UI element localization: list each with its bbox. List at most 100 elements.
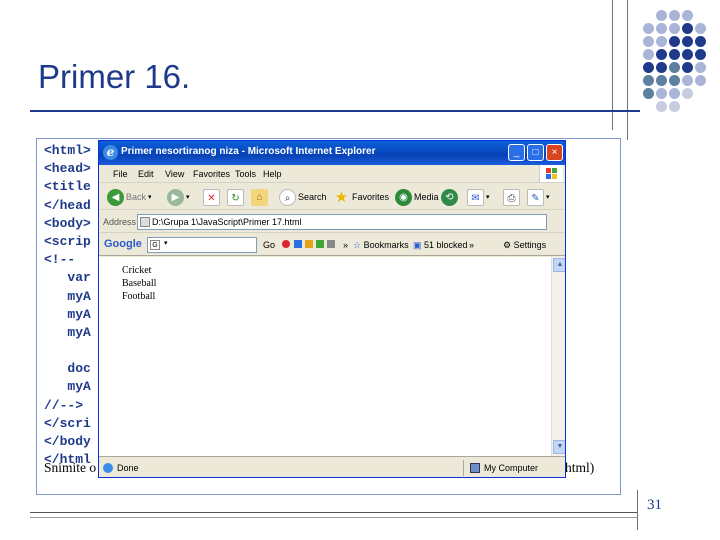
code-line: doc: [44, 361, 91, 377]
decor-dot: [643, 88, 654, 99]
address-value: D:\Grupa 1\JavaScript\Primer 17.html: [152, 217, 302, 227]
decor-dot: [643, 36, 654, 47]
back-button[interactable]: ◀ Back ▾: [107, 187, 152, 207]
decor-dot: [695, 36, 706, 47]
google-logo: Google: [104, 238, 142, 250]
decor-dot: [656, 62, 667, 73]
code-line: <head>: [44, 161, 91, 177]
code-line: myA: [44, 306, 91, 322]
maximize-button[interactable]: □: [527, 144, 544, 161]
code-line: myA: [44, 288, 91, 304]
code-line: </scri: [44, 415, 91, 431]
address-bar: Address D:\Grupa 1\JavaScript\Primer 17.…: [99, 211, 565, 233]
decor-dot: [682, 23, 693, 34]
search-icon: ⌕: [279, 188, 296, 206]
code-line: var: [44, 270, 91, 286]
media-icon: ◉: [395, 188, 412, 206]
back-dropdown-icon: ▾: [148, 194, 152, 201]
google-tools-icon[interactable]: [280, 238, 342, 252]
refresh-button[interactable]: ↻: [227, 187, 244, 207]
standard-toolbar: ◀ Back ▾ ▶ ▾ ✕ ↻ ⌂ ⌕ Search ★ Favorites …: [99, 184, 565, 210]
zone-text: My Computer: [484, 463, 539, 473]
footer-text: Snimite o: [44, 460, 97, 475]
print-button[interactable]: ⎙: [503, 187, 520, 207]
footer-text-tail: html): [565, 460, 595, 475]
google-more-button[interactable]: »: [343, 240, 348, 250]
google-more-button-2[interactable]: »: [469, 240, 474, 250]
computer-icon: [470, 463, 480, 473]
decor-dot: [682, 10, 693, 21]
mail-button[interactable]: ✉ ▾: [467, 187, 490, 207]
google-go-button[interactable]: Go: [263, 240, 275, 250]
edit-page-button[interactable]: ✎ ▾: [527, 187, 550, 207]
settings-gear-icon: ⚙: [503, 240, 512, 250]
bookmarks-button[interactable]: ☆ Bookmarks: [353, 240, 409, 251]
decor-dot: [656, 36, 667, 47]
menu-view[interactable]: View: [165, 169, 184, 179]
page-content: Cricket Baseball Football: [99, 257, 551, 456]
status-text: Done: [117, 463, 139, 473]
menu-help[interactable]: Help: [263, 169, 282, 179]
menu-tools[interactable]: Tools: [235, 169, 256, 179]
history-button[interactable]: ⟲: [441, 187, 458, 207]
home-button[interactable]: ⌂: [251, 187, 268, 207]
scroll-down-arrow-icon[interactable]: ▼: [553, 440, 565, 454]
decor-dot: [682, 36, 693, 47]
search-label: Search: [298, 192, 327, 202]
list-item: Cricket: [122, 265, 152, 276]
decor-dot: [643, 49, 654, 60]
page-number: 31: [647, 497, 662, 513]
stop-button[interactable]: ✕: [203, 187, 220, 207]
print-icon: ⎙: [503, 188, 520, 206]
scroll-up-arrow-icon[interactable]: ▲: [553, 258, 565, 272]
forward-button[interactable]: ▶ ▾: [167, 187, 190, 207]
code-line: <body>: [44, 215, 91, 231]
code-line: </head: [44, 197, 91, 213]
forward-dropdown-icon: ▾: [186, 194, 190, 201]
google-g-icon: G: [150, 240, 160, 250]
decor-dot: [682, 75, 693, 86]
code-line: </body: [44, 434, 91, 449]
ie-status-icon: [103, 463, 113, 473]
code-line: <!--: [44, 252, 76, 268]
star-icon: ★: [334, 188, 349, 206]
decor-dot: [656, 10, 667, 21]
google-search-input[interactable]: G ▾: [147, 237, 257, 253]
minimize-button[interactable]: _: [508, 144, 525, 161]
decor-dot: [682, 62, 693, 73]
bookmarks-label: Bookmarks: [363, 240, 409, 250]
decor-dot: [669, 75, 680, 86]
browser-window: e Primer nesortiranog niza - Microsoft I…: [98, 140, 566, 478]
menu-file[interactable]: File: [113, 169, 128, 179]
popup-blocker-button[interactable]: ▣ 51 blocked: [413, 240, 468, 251]
window-titlebar[interactable]: e Primer nesortiranog niza - Microsoft I…: [99, 141, 565, 165]
search-button[interactable]: ⌕ Search: [279, 187, 327, 207]
menu-favorites[interactable]: Favorites: [193, 169, 230, 179]
stop-icon: ✕: [203, 188, 220, 206]
code-line: myA: [44, 324, 91, 340]
window-title: Primer nesortiranog niza - Microsoft Int…: [121, 146, 376, 157]
decor-dot: [669, 36, 680, 47]
decor-dot: [695, 49, 706, 60]
decor-dot: [682, 88, 693, 99]
media-button[interactable]: ◉ Media: [395, 187, 439, 207]
decor-dot: [669, 88, 680, 99]
title-underline: [30, 110, 640, 112]
decor-dot: [669, 101, 680, 112]
google-dropdown-icon: ▾: [164, 240, 168, 247]
decor-dots: [643, 10, 713, 118]
slide-title: Primer 16.: [38, 58, 191, 95]
decor-dot: [682, 49, 693, 60]
footer-rule: [30, 512, 638, 513]
decor-dot: [656, 23, 667, 34]
decor-dot: [656, 49, 667, 60]
google-settings-button[interactable]: ⚙ Settings: [503, 240, 546, 251]
close-button[interactable]: ×: [546, 144, 563, 161]
favorites-button[interactable]: ★ Favorites: [333, 187, 389, 207]
vertical-scrollbar[interactable]: ▲ ▼: [551, 257, 565, 456]
bookmarks-star-icon: ☆: [353, 240, 362, 250]
forward-arrow-icon: ▶: [167, 188, 184, 206]
address-input[interactable]: D:\Grupa 1\JavaScript\Primer 17.html: [137, 214, 547, 230]
menu-edit[interactable]: Edit: [138, 169, 154, 179]
